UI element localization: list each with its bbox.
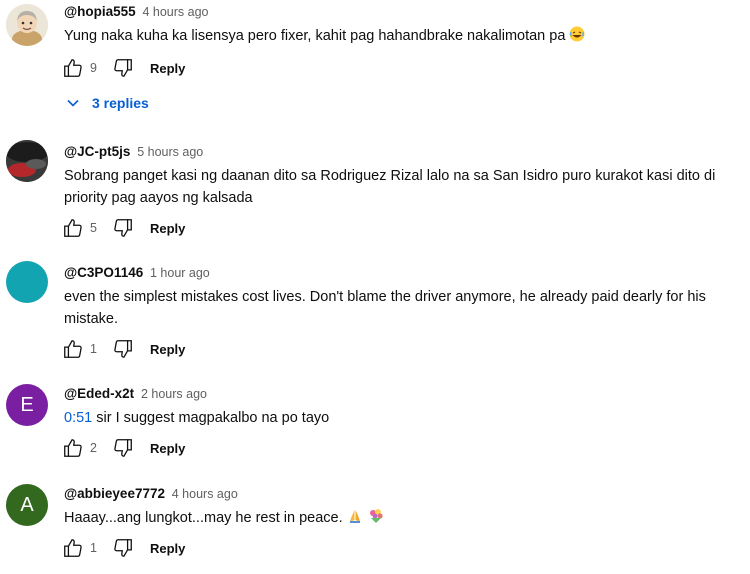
- view-replies-button[interactable]: 3 replies: [66, 95, 149, 111]
- avatar-letter: E: [20, 393, 34, 416]
- comment-text-body: sir I suggest magpakalbo na po tayo: [92, 410, 330, 426]
- like-count: 9: [90, 61, 97, 75]
- reply-button[interactable]: Reply: [150, 541, 185, 556]
- timestamp-link[interactable]: 0:51: [64, 410, 92, 426]
- comment-meta: @C3PO1146 1 hour ago: [64, 264, 740, 282]
- thumbs-down-icon[interactable]: [112, 217, 134, 239]
- bouquet-emoji-icon: [367, 508, 385, 531]
- thumbs-up-icon[interactable]: [62, 57, 84, 79]
- thumbs-down-icon[interactable]: [112, 437, 134, 459]
- thumbs-up-icon[interactable]: [62, 537, 84, 559]
- like-count: 1: [90, 541, 97, 555]
- cartoon-face-avatar-icon: [6, 4, 48, 46]
- comment-actions: 5 Reply: [62, 217, 185, 239]
- comment-time[interactable]: 4 hours ago: [142, 5, 208, 19]
- reply-button[interactable]: Reply: [150, 342, 185, 357]
- avatar[interactable]: A: [6, 484, 48, 526]
- comment-meta: @abbieyee7772 4 hours ago: [64, 485, 740, 503]
- view-replies-label: 3 replies: [92, 95, 149, 111]
- chevron-down-icon: [67, 99, 79, 107]
- thumbs-up-icon[interactable]: [62, 217, 84, 239]
- comment-time[interactable]: 2 hours ago: [141, 387, 207, 401]
- comment-actions: 1 Reply: [62, 338, 185, 360]
- avatar[interactable]: [6, 4, 48, 46]
- comment-time[interactable]: 5 hours ago: [137, 145, 203, 159]
- comment-meta: @Eded-x2t 2 hours ago: [64, 385, 740, 403]
- comment-text: 0:51 sir I suggest magpakalbo na po tayo: [64, 407, 740, 429]
- comment-actions: 1 Reply: [62, 537, 185, 559]
- comment-actions: 2 Reply: [62, 437, 185, 459]
- comment-text: Haaay...ang lungkot...may he rest in pea…: [64, 507, 740, 531]
- comment-time[interactable]: 4 hours ago: [172, 487, 238, 501]
- dark-photo-avatar-icon: [6, 140, 48, 182]
- avatar[interactable]: [6, 140, 48, 182]
- folded-hands-emoji-icon: [347, 508, 363, 531]
- like-count: 1: [90, 342, 97, 356]
- comment-actions: 9 Reply: [62, 57, 185, 79]
- comment-time[interactable]: 1 hour ago: [150, 266, 210, 280]
- thumbs-up-icon[interactable]: [62, 338, 84, 360]
- thumbs-down-icon[interactable]: [112, 537, 134, 559]
- thumbs-up-icon[interactable]: [62, 437, 84, 459]
- comment-meta: @hopia555 4 hours ago: [64, 3, 740, 21]
- comment-text: Sobrang panget kasi ng daanan dito sa Ro…: [64, 168, 716, 206]
- comment-text-body: Yung naka kuha ka lisensya pero fixer, k…: [64, 28, 566, 44]
- avatar[interactable]: [6, 261, 48, 303]
- like-count: 5: [90, 221, 97, 235]
- reply-button[interactable]: Reply: [150, 221, 185, 236]
- comment-text-body: Haaay...ang lungkot...may he rest in pea…: [64, 510, 343, 526]
- laughing-emoji-icon: [569, 26, 585, 49]
- comment-author[interactable]: @abbieyee7772: [64, 486, 165, 501]
- comment-author[interactable]: @C3PO1146: [64, 265, 143, 280]
- comment-author[interactable]: @hopia555: [64, 4, 136, 19]
- thumbs-down-icon[interactable]: [112, 338, 134, 360]
- avatar[interactable]: E: [6, 384, 48, 426]
- reply-button[interactable]: Reply: [150, 61, 185, 76]
- like-count: 2: [90, 441, 97, 455]
- comment-meta: @JC-pt5js 5 hours ago: [64, 143, 740, 161]
- comment-author[interactable]: @Eded-x2t: [64, 386, 134, 401]
- reply-button[interactable]: Reply: [150, 441, 185, 456]
- comment-author[interactable]: @JC-pt5js: [64, 144, 130, 159]
- comment-text: Yung naka kuha ka lisensya pero fixer, k…: [64, 25, 740, 49]
- avatar-letter: A: [20, 493, 34, 516]
- thumbs-down-icon[interactable]: [112, 57, 134, 79]
- comment-text: even the simplest mistakes cost lives. D…: [64, 289, 706, 327]
